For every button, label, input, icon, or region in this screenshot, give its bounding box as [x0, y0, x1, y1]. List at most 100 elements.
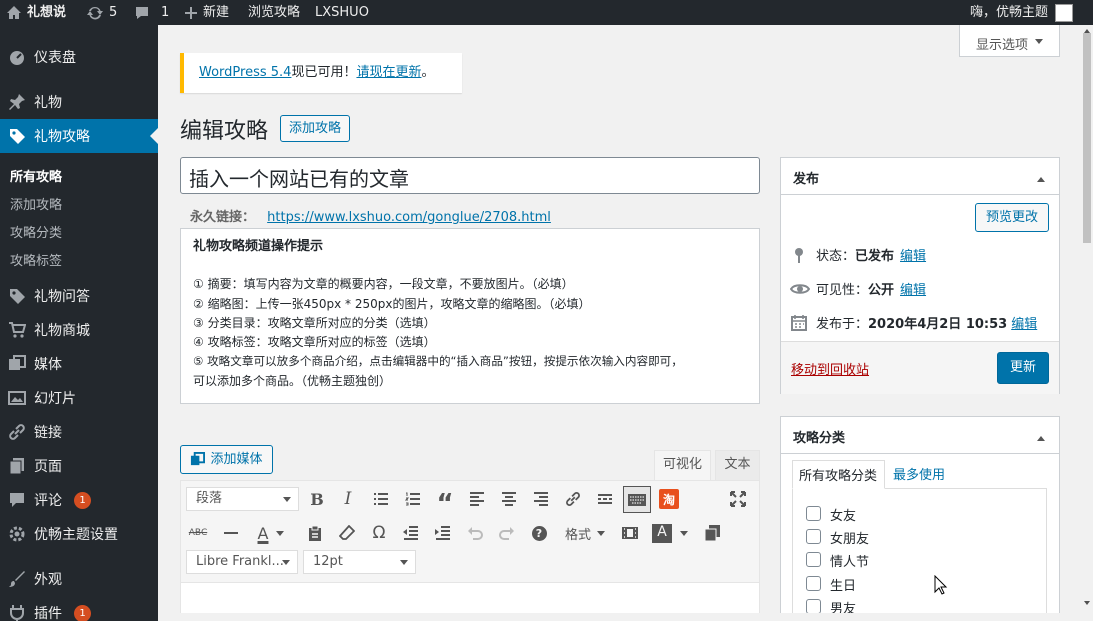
category-checkbox[interactable]: [806, 576, 821, 591]
menu-media[interactable]: 媒体: [0, 347, 158, 381]
view-link[interactable]: 浏览攻略: [248, 0, 300, 25]
category-header[interactable]: 攻略分类: [781, 417, 1059, 454]
post-title-text: 插入一个网站已有的文章: [189, 167, 409, 191]
align-center-button[interactable]: [497, 487, 521, 511]
indent-icon: [435, 526, 450, 540]
read-more-button[interactable]: [593, 487, 617, 511]
menu-plugins[interactable]: 插件 1: [0, 596, 158, 621]
fullscreen-button[interactable]: [726, 487, 750, 511]
add-media-button[interactable]: 添加媒体: [180, 445, 273, 474]
menu-slides[interactable]: 幻灯片: [0, 381, 158, 415]
scroll-down-icon[interactable]: [1084, 601, 1090, 608]
outdent-icon: [403, 526, 418, 540]
align-right-button[interactable]: [529, 487, 553, 511]
updates-count: 5: [109, 5, 118, 20]
account-menu[interactable]: 嗨，优畅主题: [970, 0, 1074, 25]
bullet-list-button[interactable]: [369, 487, 393, 511]
menu-links[interactable]: 链接: [0, 415, 158, 449]
blockquote-button[interactable]: “: [433, 487, 457, 519]
menu-gift-qa[interactable]: 礼物问答: [0, 279, 158, 313]
link-button[interactable]: [561, 487, 585, 511]
post-title-input[interactable]: 插入一个网站已有的文章: [180, 157, 760, 194]
publish-header[interactable]: 发布: [781, 158, 1059, 195]
horizontal-line-icon: [224, 532, 238, 534]
font-size-select[interactable]: 12pt: [303, 550, 416, 574]
permalink-url[interactable]: https://www.lxshuo.com/gonglue/2708.html: [267, 210, 551, 225]
add-media-label: 添加媒体: [210, 452, 263, 467]
horizontal-line-button[interactable]: [219, 521, 243, 545]
indent-button[interactable]: [431, 521, 455, 545]
category-checkbox[interactable]: [806, 599, 821, 614]
tab-visual[interactable]: 可视化: [654, 450, 711, 480]
submenu-add-guide[interactable]: 添加攻略: [10, 194, 62, 213]
menu-comments[interactable]: 评论 1: [0, 483, 158, 517]
menu-appearance[interactable]: 外观: [0, 562, 158, 596]
updates-menu[interactable]: 5: [86, 0, 117, 25]
menu-dashboard[interactable]: 仪表盘: [0, 40, 158, 74]
italic-button[interactable]: I: [336, 487, 360, 511]
insert-product-button[interactable]: 淘: [659, 489, 679, 509]
category-checkbox[interactable]: [806, 552, 821, 567]
menu-label: 礼物商城: [34, 323, 90, 339]
redo-button[interactable]: [495, 521, 519, 545]
submenu-guide-categories[interactable]: 攻略分类: [10, 222, 62, 241]
add-guide-button[interactable]: 添加攻略: [280, 115, 350, 142]
category-checkbox[interactable]: [806, 506, 821, 521]
toolbar-toggle-button[interactable]: [623, 486, 651, 513]
help-button[interactable]: ?: [527, 521, 551, 545]
align-left-button[interactable]: [465, 487, 489, 511]
copy-button[interactable]: [700, 521, 724, 545]
menu-label: 链接: [34, 425, 62, 441]
clipboard-icon: [309, 525, 321, 541]
scrollbar-thumb[interactable]: [1083, 33, 1091, 243]
dashboard-icon: [10, 51, 24, 65]
triangle-down-icon: [1035, 39, 1043, 48]
format-select[interactable]: 段落: [186, 487, 299, 511]
preview-changes-button[interactable]: 预览更改: [975, 203, 1049, 232]
help-icon: ?: [531, 525, 547, 541]
category-checkbox[interactable]: [806, 529, 821, 544]
menu-label: 媒体: [34, 357, 62, 373]
update-button[interactable]: 更新: [997, 352, 1049, 384]
formats-menu-button[interactable]: 格式: [560, 521, 610, 545]
screen-options-button[interactable]: 显示选项: [959, 25, 1060, 57]
page-scrollbar[interactable]: [1081, 25, 1093, 621]
submenu-all-guides[interactable]: 所有攻略: [10, 166, 62, 185]
scroll-up-icon[interactable]: [1084, 26, 1090, 33]
menu-pages[interactable]: 页面: [0, 449, 158, 483]
submenu-guide-tags[interactable]: 攻略标签: [10, 250, 62, 269]
edit-status-link[interactable]: 编辑: [900, 245, 926, 264]
update-now-link[interactable]: 请现在更新: [356, 65, 421, 80]
text-color-button[interactable]: A: [250, 521, 292, 545]
tab-text[interactable]: 文本: [715, 450, 760, 480]
collapse-icon[interactable]: [1037, 432, 1045, 441]
special-character-button[interactable]: Ω: [367, 521, 391, 545]
new-menu[interactable]: 新建: [184, 0, 229, 25]
bold-button[interactable]: B: [305, 487, 329, 511]
tab-most-used[interactable]: 最多使用: [893, 464, 945, 483]
comments-count: 1: [161, 5, 170, 20]
clear-formatting-button[interactable]: [335, 521, 359, 545]
wordpress-version-link[interactable]: WordPress 5.4: [199, 65, 291, 80]
comments-menu[interactable]: 1: [134, 0, 169, 25]
menu-gift-guides[interactable]: 礼物攻略: [0, 119, 158, 153]
tab-all-categories[interactable]: 所有攻略分类: [792, 460, 885, 489]
site-menu[interactable]: 礼想说: [6, 0, 66, 25]
edit-visibility-link[interactable]: 编辑: [900, 279, 926, 298]
media-embed-button[interactable]: [618, 521, 642, 545]
move-to-trash-link[interactable]: 移动到回收站: [791, 359, 869, 378]
strikethrough-button[interactable]: ABC: [186, 521, 210, 545]
menu-gift-shop[interactable]: 礼物商城: [0, 313, 158, 347]
tag-icon: [10, 289, 25, 304]
outdent-button[interactable]: [399, 521, 423, 545]
paste-text-button[interactable]: [303, 521, 327, 545]
numbered-list-button[interactable]: [401, 487, 425, 511]
background-color-button[interactable]: A: [648, 521, 692, 545]
edit-date-link[interactable]: 编辑: [1011, 313, 1037, 332]
undo-button[interactable]: [463, 521, 487, 545]
menu-theme-settings[interactable]: 优畅主题设置: [0, 517, 158, 551]
lxshuo-link[interactable]: LXSHUO: [315, 0, 369, 25]
font-family-select[interactable]: Libre Frankl...: [186, 550, 298, 574]
collapse-icon[interactable]: [1037, 173, 1045, 182]
menu-gift[interactable]: 礼物: [0, 85, 158, 119]
